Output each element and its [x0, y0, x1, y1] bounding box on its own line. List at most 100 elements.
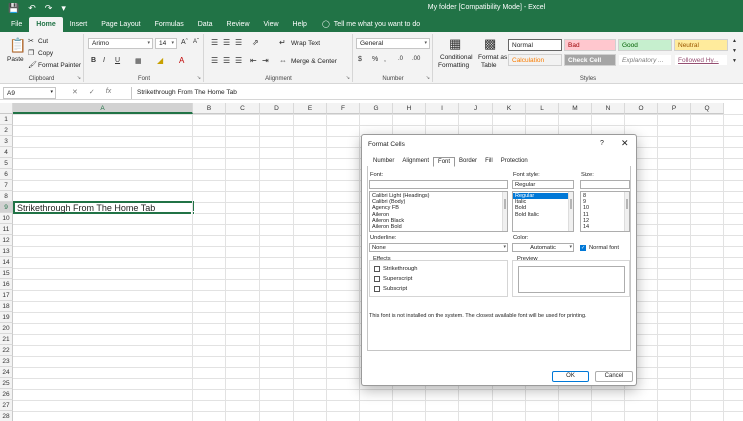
- font-list[interactable]: Calibri Light (Headings) Calibri (Body) …: [369, 191, 508, 232]
- copy-button[interactable]: Copy: [38, 50, 53, 57]
- tab-help[interactable]: Help: [286, 17, 314, 32]
- row-header[interactable]: 10: [0, 213, 13, 224]
- increase-decimal-icon[interactable]: .0: [398, 56, 403, 62]
- row-header[interactable]: 16: [0, 279, 13, 290]
- color-combo[interactable]: Automatic ▾: [512, 243, 574, 252]
- column-header[interactable]: O: [625, 103, 658, 114]
- orientation-icon[interactable]: ⇗: [252, 38, 259, 47]
- row-header[interactable]: 18: [0, 301, 13, 312]
- tab-formulas[interactable]: Formulas: [148, 17, 191, 32]
- row-header[interactable]: 13: [0, 246, 13, 257]
- font-size-box[interactable]: 14 ▾: [155, 38, 177, 49]
- format-as-table-label1[interactable]: Format as: [478, 54, 507, 61]
- row-header[interactable]: 6: [0, 169, 13, 180]
- column-header[interactable]: M: [559, 103, 592, 114]
- align-center-icon[interactable]: ☰: [223, 56, 230, 65]
- tab-file[interactable]: File: [4, 17, 29, 32]
- column-header[interactable]: F: [327, 103, 360, 114]
- column-header[interactable]: L: [526, 103, 559, 114]
- scrollbar-thumb[interactable]: [626, 199, 628, 209]
- font-style-list-scrollbar[interactable]: [568, 192, 573, 231]
- row-header[interactable]: 21: [0, 334, 13, 345]
- column-header[interactable]: H: [393, 103, 426, 114]
- comma-icon[interactable]: ,: [384, 56, 386, 63]
- styles-scroll-up-icon[interactable]: ▲: [732, 38, 737, 44]
- format-as-table-label2[interactable]: Table: [481, 62, 497, 69]
- strikethrough-checkbox[interactable]: [374, 266, 380, 272]
- size-input[interactable]: [580, 180, 630, 189]
- clipboard-launcher-icon[interactable]: ↘: [77, 75, 81, 81]
- style-bad[interactable]: Bad: [564, 39, 616, 51]
- column-header[interactable]: K: [493, 103, 526, 114]
- enter-icon[interactable]: ✓: [89, 88, 95, 96]
- normal-font-checkbox[interactable]: ✓: [580, 245, 586, 251]
- row-header[interactable]: 3: [0, 136, 13, 147]
- align-middle-icon[interactable]: ☰: [223, 38, 230, 47]
- accounting-icon[interactable]: $: [358, 56, 362, 63]
- row-header[interactable]: 7: [0, 180, 13, 191]
- tab-home[interactable]: Home: [29, 17, 63, 32]
- paste-icon[interactable]: 📋: [9, 37, 26, 54]
- row-header[interactable]: 24: [0, 367, 13, 378]
- percent-icon[interactable]: %: [372, 56, 378, 63]
- tab-page-layout[interactable]: Page Layout: [94, 17, 147, 32]
- row-header[interactable]: 22: [0, 345, 13, 356]
- font-style-input[interactable]: Regular: [512, 180, 574, 189]
- tab-data[interactable]: Data: [191, 17, 220, 32]
- column-header[interactable]: D: [260, 103, 294, 114]
- cancel-button[interactable]: Cancel: [595, 371, 633, 382]
- cut-button[interactable]: Cut: [38, 38, 48, 45]
- row-header[interactable]: 4: [0, 147, 13, 158]
- row-header[interactable]: 12: [0, 235, 13, 246]
- italic-icon[interactable]: I: [103, 57, 105, 64]
- formula-input[interactable]: Strikethrough From The Home Tab: [131, 87, 740, 99]
- font-color-icon[interactable]: A: [179, 56, 184, 65]
- style-calculation[interactable]: Calculation: [508, 54, 562, 66]
- column-header[interactable]: G: [360, 103, 393, 114]
- number-format-box[interactable]: General ▾: [356, 38, 430, 49]
- ok-button[interactable]: OK: [552, 371, 589, 382]
- font-input[interactable]: [369, 180, 508, 189]
- size-list[interactable]: 8 9 10 11 12 14: [580, 191, 630, 232]
- cell-a9[interactable]: Strikethrough From The Home Tab: [13, 201, 195, 215]
- row-header[interactable]: 11: [0, 224, 13, 235]
- column-header[interactable]: Q: [691, 103, 724, 114]
- align-left-icon[interactable]: ☰: [211, 56, 218, 65]
- column-header[interactable]: I: [426, 103, 459, 114]
- column-header[interactable]: B: [193, 103, 226, 114]
- align-bottom-icon[interactable]: ☰: [235, 38, 242, 47]
- decrease-indent-icon[interactable]: ⇤: [250, 56, 257, 65]
- list-item[interactable]: Aileron Bold: [370, 224, 507, 230]
- list-item[interactable]: 14: [581, 224, 629, 230]
- row-header[interactable]: 19: [0, 312, 13, 323]
- paste-button[interactable]: Paste: [7, 56, 24, 63]
- style-check-cell[interactable]: Check Cell: [564, 54, 616, 66]
- tell-me-box[interactable]: ◯ Tell me what you want to do: [314, 17, 426, 32]
- size-list-scrollbar[interactable]: [624, 192, 629, 231]
- row-header[interactable]: 28: [0, 411, 13, 421]
- conditional-formatting-label1[interactable]: Conditional: [440, 54, 473, 61]
- bold-icon[interactable]: B: [91, 57, 96, 64]
- number-launcher-icon[interactable]: ↘: [426, 75, 430, 81]
- help-button[interactable]: ?: [600, 140, 604, 147]
- row-header[interactable]: 25: [0, 378, 13, 389]
- row-header[interactable]: 23: [0, 356, 13, 367]
- column-header[interactable]: P: [658, 103, 691, 114]
- style-good[interactable]: Good: [618, 39, 672, 51]
- column-header[interactable]: N: [592, 103, 625, 114]
- tab-view[interactable]: View: [257, 17, 286, 32]
- close-icon[interactable]: ✕: [621, 138, 629, 149]
- column-header[interactable]: J: [459, 103, 493, 114]
- style-followed-hyperlink[interactable]: Followed Hy...: [674, 54, 728, 66]
- merge-center-button[interactable]: Merge & Center: [291, 58, 337, 65]
- column-header[interactable]: E: [294, 103, 327, 114]
- fill-color-icon[interactable]: ◢: [157, 56, 163, 65]
- format-painter-button[interactable]: Format Painter: [38, 62, 81, 69]
- increase-font-icon[interactable]: Aˆ: [181, 39, 188, 46]
- column-header[interactable]: C: [226, 103, 260, 114]
- align-right-icon[interactable]: ☰: [235, 56, 242, 65]
- select-all-corner[interactable]: [0, 103, 13, 114]
- font-list-scrollbar[interactable]: [502, 192, 507, 231]
- row-header[interactable]: 5: [0, 158, 13, 169]
- name-box[interactable]: A9 ▾: [3, 87, 56, 99]
